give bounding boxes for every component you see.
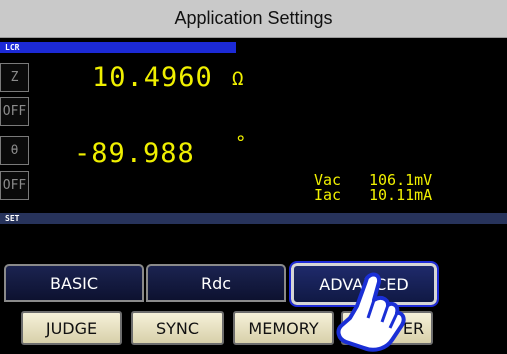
iac-label: Iac bbox=[314, 186, 342, 204]
param-theta-button[interactable]: θ bbox=[0, 136, 29, 165]
window-title-bar: Application Settings bbox=[0, 0, 507, 38]
instrument-screen: LCR Z OFF θ OFF 10.4960 Ω -89.988 ° Vac … bbox=[0, 38, 507, 354]
window-title: Application Settings bbox=[174, 8, 333, 28]
z-unit: Ω bbox=[232, 68, 244, 90]
lcr-section-label: LCR bbox=[0, 42, 236, 53]
sync-button[interactable]: SYNC bbox=[131, 311, 224, 345]
set-section-label: SET bbox=[0, 213, 507, 224]
param-z-button[interactable]: Z bbox=[0, 63, 29, 92]
iac-value: 10.11mA bbox=[369, 186, 433, 204]
param-theta-off-button[interactable]: OFF bbox=[0, 171, 29, 200]
pointing-hand-icon bbox=[336, 272, 406, 352]
tab-basic[interactable]: BASIC bbox=[4, 264, 144, 302]
judge-button[interactable]: JUDGE bbox=[21, 311, 122, 345]
param-z-off-button[interactable]: OFF bbox=[0, 97, 29, 126]
theta-unit: ° bbox=[235, 132, 247, 154]
z-value: 10.4960 bbox=[92, 62, 213, 93]
memory-button[interactable]: MEMORY bbox=[233, 311, 334, 345]
tab-rdc[interactable]: Rdc bbox=[146, 264, 286, 302]
theta-value: -89.988 bbox=[74, 138, 195, 169]
